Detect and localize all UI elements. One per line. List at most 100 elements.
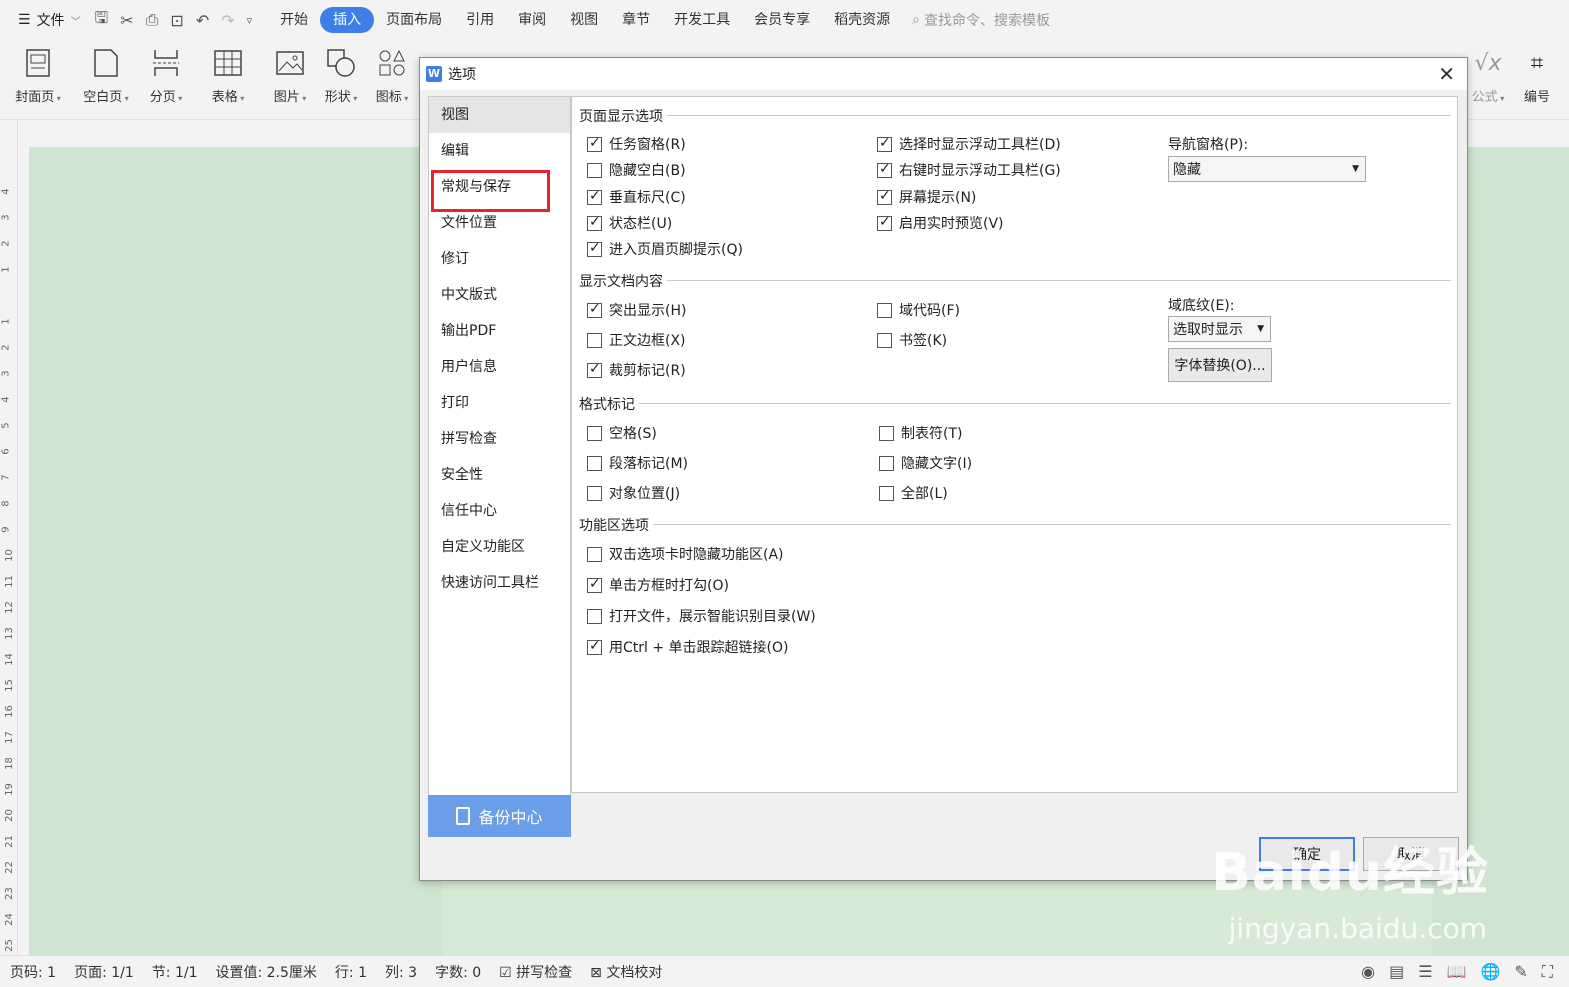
checkbox-box — [587, 608, 602, 624]
nav-item-quick-access[interactable]: 快速访问工具栏 — [429, 565, 570, 601]
tab-review[interactable]: 审阅 — [506, 7, 558, 33]
tab-member[interactable]: 会员专享 — [742, 7, 822, 33]
checkbox-bookmarks[interactable]: 书签(K) — [877, 330, 947, 350]
chevron-down-icon: ﹀ — [70, 16, 81, 28]
checkbox-screen-tips[interactable]: 屏幕提示(N) — [877, 187, 976, 207]
view-mode-icons: ◉ ▤ ☰ 📖 🌐 ✎ ⛶ — [1361, 962, 1569, 982]
tab-home[interactable]: 开始 — [268, 7, 320, 33]
ruler-number: 3 — [0, 370, 12, 377]
tab-developer[interactable]: 开发工具 — [662, 7, 742, 33]
tab-docer[interactable]: 稻壳资源 — [822, 7, 902, 33]
icon-button[interactable]: 图标 — [360, 46, 424, 105]
font-substitution-button[interactable]: 字体替换(O)... — [1168, 348, 1272, 382]
checkbox-highlight[interactable]: 突出显示(H) — [587, 300, 686, 320]
checkbox-float-toolbar-right-click[interactable]: 右键时显示浮动工具栏(G) — [877, 160, 1061, 180]
checkbox-float-toolbar-select[interactable]: 选择时显示浮动工具栏(D) — [877, 134, 1061, 154]
checkbox-header-footer-tip[interactable]: 进入页眉页脚提示(Q) — [587, 239, 743, 259]
fullscreen-icon[interactable]: ⛶ — [1542, 962, 1553, 982]
blank-page-button[interactable]: 空白页 — [74, 46, 138, 105]
tab-chapter[interactable]: 章节 — [610, 7, 662, 33]
cover-page-icon — [21, 46, 55, 80]
checkbox-label: 书签(K) — [899, 333, 948, 349]
backup-center-button[interactable]: 备份中心 — [428, 795, 571, 837]
nav-item-general-save[interactable]: 常规与保存 — [429, 169, 570, 212]
nav-pane-select[interactable]: 隐藏 ▼ — [1168, 156, 1366, 182]
nav-item-spell-check[interactable]: 拼写检查 — [429, 421, 570, 457]
close-icon[interactable]: ✕ — [1438, 62, 1455, 86]
customize-icon[interactable]: ▿ — [247, 14, 253, 27]
reading-view-icon[interactable]: 📖 — [1447, 962, 1467, 982]
checkbox-paragraph-marks[interactable]: 段落标记(M) — [587, 453, 688, 473]
print-icon[interactable]: ⎙ — [146, 10, 159, 30]
checkbox-hide-blank[interactable]: 隐藏空白(B) — [587, 160, 686, 180]
nav-item-view[interactable]: 视图 — [429, 97, 570, 133]
table-label: 表格 — [212, 86, 245, 105]
page-view-icon[interactable]: ▤ — [1389, 962, 1404, 982]
checkbox-status-bar[interactable]: 状态栏(U) — [587, 213, 672, 233]
save-icon[interactable]: 🖫 — [95, 7, 109, 34]
checkbox-box — [877, 302, 892, 318]
checkbox-label: 域代码(F) — [899, 303, 960, 319]
section-page-display: 页面显示选项 — [579, 106, 1451, 126]
checkbox-label: 单击方框时打勾(O) — [609, 578, 729, 594]
checkbox-dblclick-hide-ribbon[interactable]: 双击选项卡时隐藏功能区(A) — [587, 544, 784, 564]
undo-icon[interactable]: ↶ — [196, 11, 209, 30]
tab-insert[interactable]: 插入 — [320, 7, 375, 33]
ruler-number: 9 — [0, 526, 12, 533]
cover-page-button[interactable]: 封面页 — [6, 46, 70, 105]
numbering-button[interactable]: ⌗ 编号 — [1505, 46, 1569, 106]
eye-protection-icon[interactable]: ◉ — [1361, 962, 1375, 982]
cut-icon[interactable]: ✂ — [120, 11, 133, 30]
file-menu[interactable]: ☰ 文件 ﹀ — [0, 10, 81, 30]
status-word-count[interactable]: 字数: 0 — [435, 962, 481, 982]
checkbox-label: 任务窗格(R) — [609, 137, 686, 153]
checkbox-crop-marks[interactable]: 裁剪标记(R) — [587, 360, 686, 380]
checkbox-task-pane[interactable]: 任务窗格(R) — [587, 134, 686, 154]
tab-view[interactable]: 视图 — [558, 7, 610, 33]
divider — [579, 115, 1451, 116]
checkbox-all-marks[interactable]: 全部(L) — [879, 483, 948, 503]
checkbox-smart-toc[interactable]: 打开文件，展示智能识别目录(W) — [587, 606, 816, 626]
checkbox-field-codes[interactable]: 域代码(F) — [877, 300, 960, 320]
checkbox-spaces[interactable]: 空格(S) — [587, 423, 657, 443]
redo-icon[interactable]: ↷ — [221, 11, 234, 30]
nav-item-trust-center[interactable]: 信任中心 — [429, 493, 570, 529]
proofread-label: 文档校对 — [606, 964, 663, 981]
nav-item-edit[interactable]: 编辑 — [429, 133, 570, 169]
status-setting[interactable]: 设置值: 2.5厘米 — [215, 962, 316, 982]
checkbox-object-anchors[interactable]: 对象位置(J) — [587, 483, 680, 503]
preview-icon[interactable]: ⊡ — [170, 11, 183, 30]
checkbox-click-box-tick[interactable]: 单击方框时打勾(O) — [587, 575, 729, 595]
nav-item-print[interactable]: 打印 — [429, 385, 570, 421]
page-break-button[interactable]: 分页 — [134, 46, 198, 105]
nav-item-security[interactable]: 安全性 — [429, 457, 570, 493]
web-view-icon[interactable]: 🌐 — [1480, 962, 1500, 982]
doc-proofread-toggle[interactable]: ⊠ 文档校对 — [590, 962, 662, 982]
table-button[interactable]: 表格 — [196, 46, 260, 105]
checkbox-ctrl-click-link[interactable]: 用Ctrl + 单击跟踪超链接(O) — [587, 637, 788, 657]
tab-references[interactable]: 引用 — [454, 7, 506, 33]
status-section[interactable]: 节: 1/1 — [152, 962, 198, 982]
nav-item-export-pdf[interactable]: 输出PDF — [429, 313, 570, 349]
section-ribbon-options: 功能区选项 — [579, 515, 1451, 535]
nav-item-revision[interactable]: 修订 — [429, 241, 570, 277]
spell-check-toggle[interactable]: ☑ 拼写检查 — [499, 962, 572, 982]
field-shading-select[interactable]: 选取时显示 ▼ — [1168, 316, 1271, 342]
checkbox-hidden-text[interactable]: 隐藏文字(I) — [879, 453, 972, 473]
nav-item-user-info[interactable]: 用户信息 — [429, 349, 570, 385]
field-shading-value: 选取时显示 — [1173, 322, 1243, 338]
nav-item-customize-ribbon[interactable]: 自定义功能区 — [429, 529, 570, 565]
checkbox-live-preview[interactable]: 启用实时预览(V) — [877, 213, 1004, 233]
command-search[interactable]: ⌕ 查找命令、搜索模板 — [912, 10, 1050, 30]
nav-item-chinese-layout[interactable]: 中文版式 — [429, 277, 570, 313]
checkbox-vertical-ruler[interactable]: 垂直标尺(C) — [587, 187, 686, 207]
status-pages[interactable]: 页面: 1/1 — [74, 962, 134, 982]
write-mode-icon[interactable]: ✎ — [1514, 962, 1527, 982]
status-page-number[interactable]: 页码: 1 — [10, 962, 56, 982]
spell-check-icon: ☑ — [499, 964, 512, 981]
icons-icon — [375, 46, 409, 80]
checkbox-text-boundaries[interactable]: 正文边框(X) — [587, 330, 686, 350]
outline-view-icon[interactable]: ☰ — [1418, 962, 1432, 982]
checkbox-tab-characters[interactable]: 制表符(T) — [879, 423, 962, 443]
tab-page-layout[interactable]: 页面布局 — [374, 7, 454, 33]
